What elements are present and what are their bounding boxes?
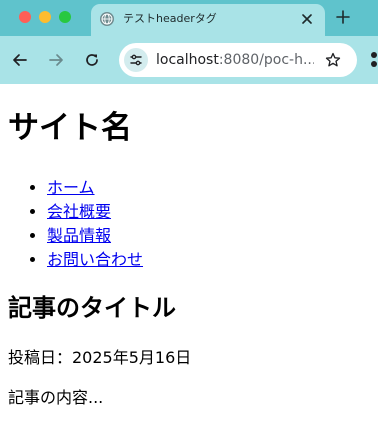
url-host: localhost [156,52,219,68]
nav-link-home[interactable]: ホーム [47,178,95,197]
globe-icon [100,12,114,26]
maximize-window-button[interactable] [59,11,71,23]
address-bar[interactable]: localhost:8080/poc-h... [119,43,357,77]
nav-item-home: ホーム [47,176,143,200]
close-window-button[interactable] [19,11,31,23]
reload-icon[interactable] [82,50,102,70]
browser-toolbar: localhost:8080/poc-h... [0,36,378,84]
post-date: 投稿日：2025年5月16日 [8,348,192,367]
forward-arrow-icon[interactable] [46,50,66,70]
site-title: サイト名 [8,110,132,146]
nav-item-products: 製品情報 [47,224,143,248]
bookmark-star-icon[interactable] [323,50,343,70]
back-arrow-icon[interactable] [10,50,30,70]
nav-item-contact: お問い合わせ [47,248,143,272]
nav-link-company[interactable]: 会社概要 [47,202,111,221]
extensions-icon[interactable] [370,50,378,70]
article-body: 記事の内容... [8,388,104,407]
page-viewport: サイト名 ホーム 会社概要 製品情報 お問い合わせ 記事のタイトル 投稿日：20… [0,84,378,444]
minimize-window-button[interactable] [39,11,51,23]
browser-tab-strip: テストheaderタグ [0,0,378,36]
address-bar-url[interactable]: localhost:8080/poc-h... [156,51,314,69]
nav-item-company: 会社概要 [47,200,143,224]
url-path: :8080/poc-h... [218,52,314,68]
nav-link-products[interactable]: 製品情報 [47,226,111,245]
site-info-icon[interactable] [124,48,148,72]
site-navigation: ホーム 会社概要 製品情報 お問い合わせ [47,176,143,272]
tab-title: テストheaderタグ [123,12,217,25]
nav-link-contact[interactable]: お問い合わせ [47,250,143,269]
new-tab-plus-icon[interactable] [334,8,352,26]
browser-tab-active[interactable]: テストheaderタグ [91,4,325,36]
tab-close-icon[interactable] [298,10,316,28]
article-title: 記事のタイトル [8,294,176,322]
